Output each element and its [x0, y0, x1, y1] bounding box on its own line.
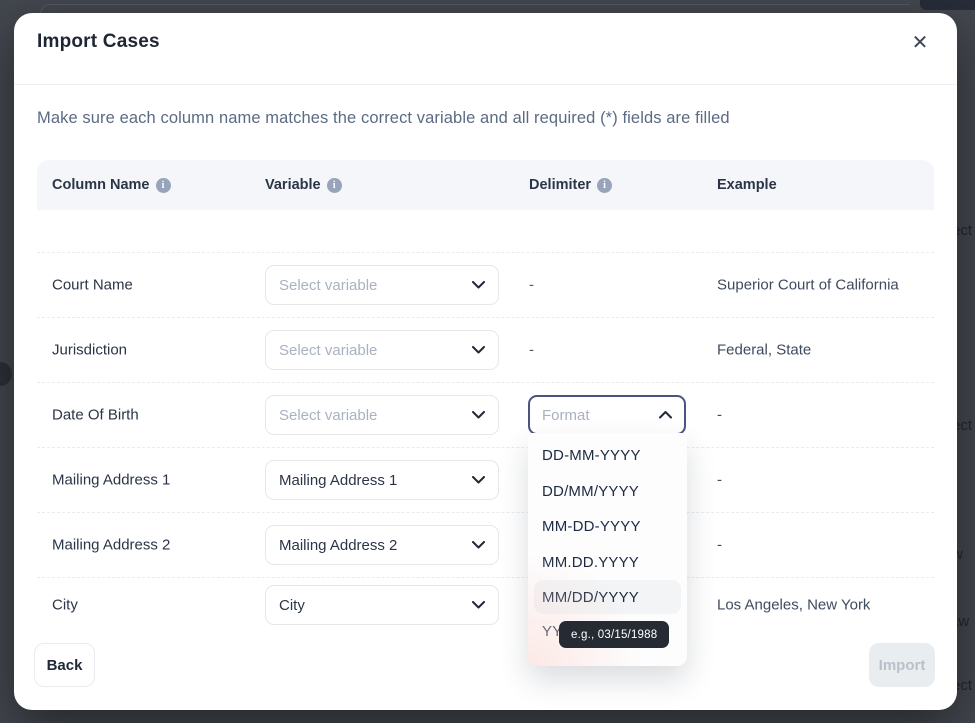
info-icon[interactable]: i [597, 178, 612, 193]
chevron-down-icon [472, 281, 485, 289]
example-cell: - [717, 407, 722, 424]
select-value: Mailing Address 2 [279, 537, 397, 554]
variable-select[interactable]: City [265, 585, 499, 625]
chevron-down-icon [472, 346, 485, 354]
select-value: City [279, 597, 305, 614]
chevron-down-icon [472, 601, 485, 609]
column-mapping-table: Case Name Select variable - Smith v. Joh… [37, 160, 934, 632]
table-row: City City Los Angeles, New York [37, 577, 934, 632]
column-name-cell: City [52, 597, 78, 614]
column-name-cell: Date Of Birth [52, 407, 139, 424]
column-name-cell: Mailing Address 1 [52, 472, 170, 489]
format-example-tooltip: e.g., 03/15/1988 [559, 621, 669, 648]
header-delimiter: Delimiter [529, 177, 591, 193]
close-icon[interactable]: ✕ [905, 27, 935, 57]
table-row: Mailing Address 2 Mailing Address 2 - [37, 512, 934, 577]
title-divider [14, 84, 957, 85]
import-cases-modal: Import Cases ✕ Make sure each column nam… [14, 13, 957, 710]
example-cell: Federal, State [717, 342, 811, 359]
format-placeholder: Format [542, 407, 590, 424]
table-row: Court Name Select variable - Superior Co… [37, 252, 934, 317]
chevron-up-icon [659, 411, 672, 419]
info-icon[interactable]: i [327, 178, 342, 193]
delimiter-cell: - [529, 342, 534, 359]
column-name-cell: Court Name [52, 277, 133, 294]
import-button[interactable]: Import [869, 643, 935, 687]
table-row: Date Of Birth Select variable Format - [37, 382, 934, 447]
info-icon[interactable]: i [156, 178, 171, 193]
variable-select[interactable]: Mailing Address 1 [265, 460, 499, 500]
table-header: Column Name i Variable i Delimiter i Exa… [37, 160, 934, 210]
select-value: Select variable [279, 342, 377, 359]
format-option[interactable]: DD/MM/YYYY [528, 474, 687, 510]
table-row: Jurisdiction Select variable - Federal, … [37, 317, 934, 382]
column-name-cell: Jurisdiction [52, 342, 127, 359]
example-cell: - [717, 537, 722, 554]
delimiter-cell: - [529, 277, 534, 294]
format-option-highlighted[interactable]: MM/DD/YYYY [534, 580, 681, 614]
example-cell: Superior Court of California [717, 277, 899, 294]
format-option[interactable]: DD-MM-YYYY [528, 438, 687, 474]
background-sidebar-fragment [0, 362, 12, 386]
variable-select[interactable]: Mailing Address 2 [265, 525, 499, 565]
variable-select[interactable]: Select variable [265, 330, 499, 370]
back-button[interactable]: Back [34, 643, 95, 687]
select-value: Select variable [279, 277, 377, 294]
modal-title: Import Cases [37, 31, 160, 53]
select-value: Mailing Address 1 [279, 472, 397, 489]
background-button-fragment [920, 0, 975, 10]
example-cell: Los Angeles, New York [717, 597, 870, 614]
format-option[interactable]: MM.DD.YYYY [528, 545, 687, 581]
modal-subtitle: Make sure each column name matches the c… [37, 109, 730, 128]
example-cell: - [717, 472, 722, 489]
column-name-cell: Mailing Address 2 [52, 537, 170, 554]
header-column-name: Column Name [52, 177, 150, 193]
variable-select[interactable]: Select variable [265, 265, 499, 305]
format-option[interactable]: MM-DD-YYYY [528, 509, 687, 545]
table-row: Mailing Address 1 Mailing Address 1 - [37, 447, 934, 512]
chevron-down-icon [472, 411, 485, 419]
chevron-down-icon [472, 541, 485, 549]
chevron-down-icon [472, 476, 485, 484]
select-value: Select variable [279, 407, 377, 424]
header-variable: Variable [265, 177, 321, 193]
header-example: Example [717, 177, 777, 193]
date-format-select[interactable]: Format [528, 395, 686, 435]
variable-select[interactable]: Select variable [265, 395, 499, 435]
